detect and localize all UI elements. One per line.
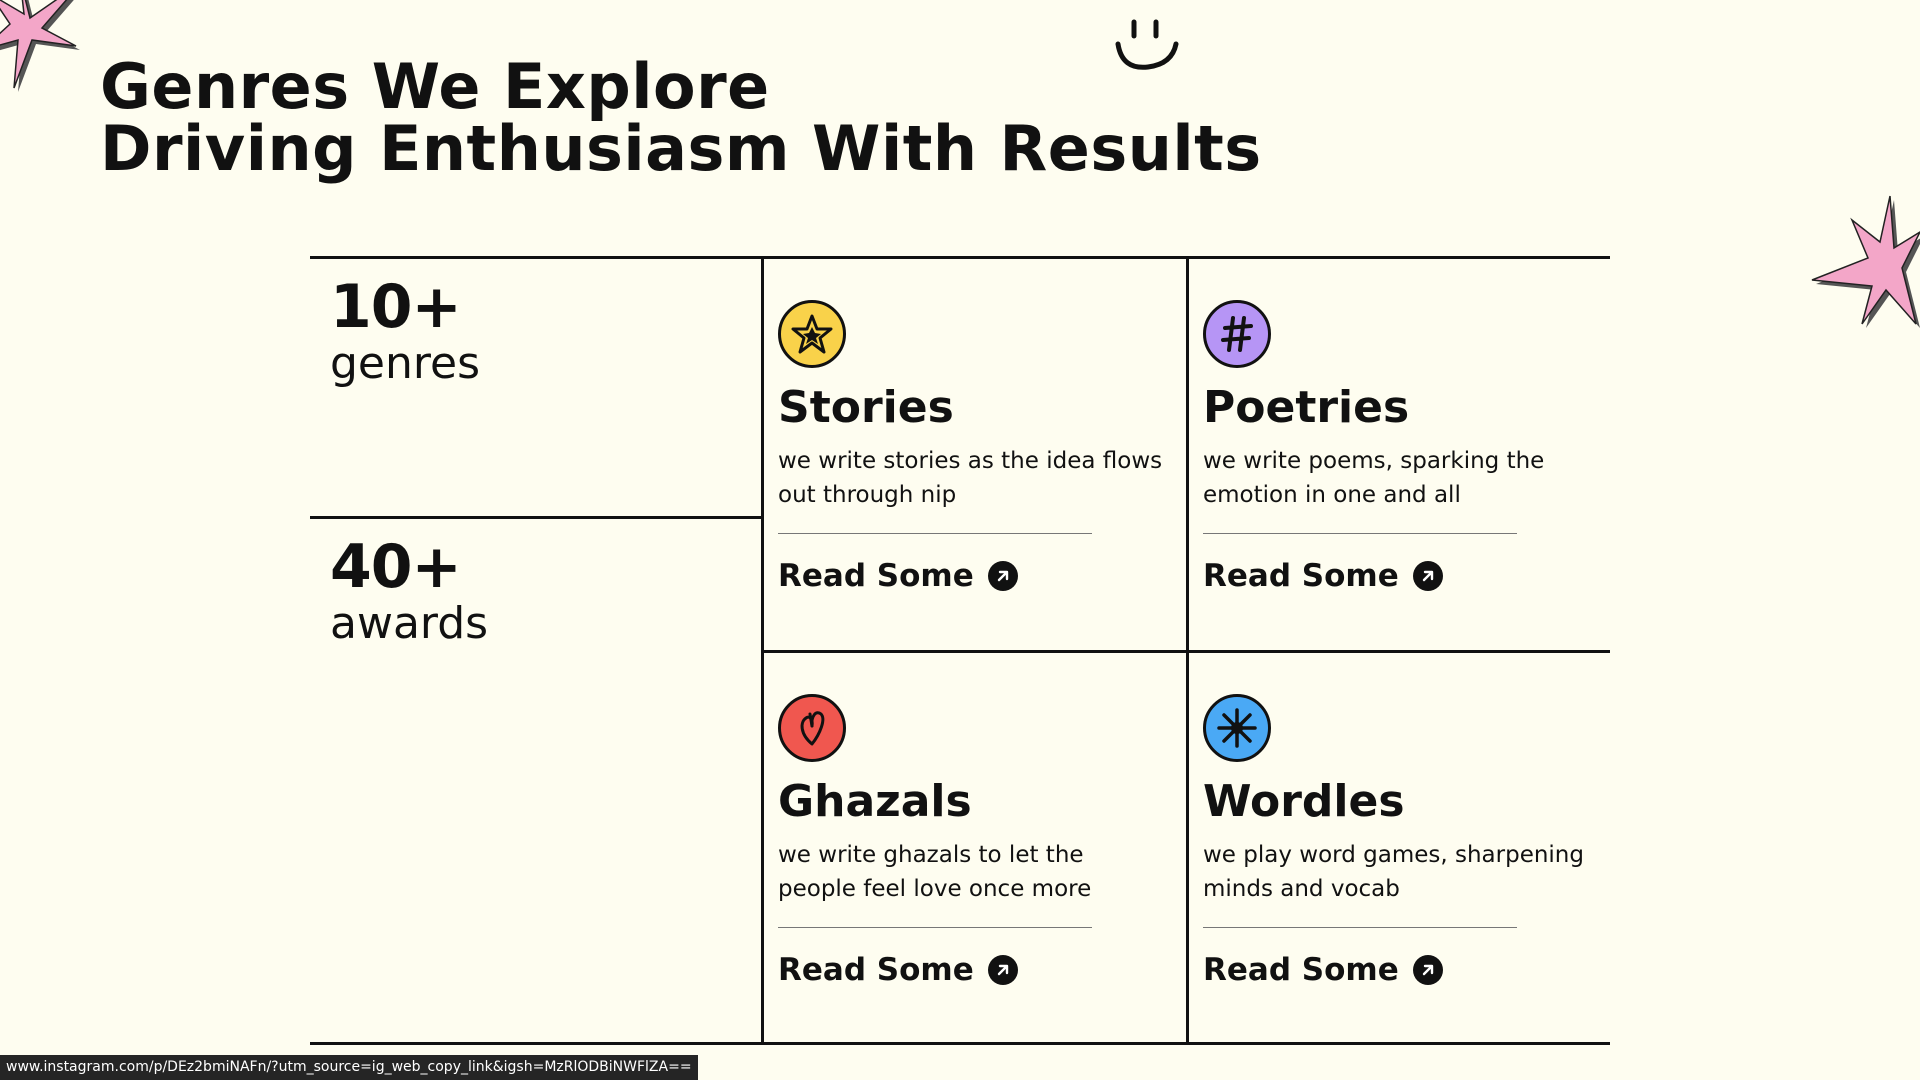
card-title: Wordles	[1203, 776, 1405, 827]
card-description: we write stories as the idea flows out t…	[778, 448, 1163, 508]
read-some-label: Read Some	[778, 558, 974, 594]
arrow-up-right-icon	[1412, 955, 1443, 985]
stat-genres-label: genres	[330, 338, 481, 389]
read-some-label: Read Some	[1203, 558, 1399, 594]
arrow-up-right-icon	[987, 561, 1018, 591]
read-some-label: Read Some	[1203, 952, 1399, 988]
read-some-link-stories[interactable]: Read Some	[778, 558, 1018, 594]
read-some-link-wordles[interactable]: Read Some	[1203, 952, 1443, 988]
genre-card-poetries: Poetries we write poems, sparking the em…	[1203, 300, 1573, 680]
sparkle-icon	[1217, 708, 1257, 748]
genre-card-ghazals: Ghazals we write ghazals to let the peop…	[778, 694, 1148, 1074]
hashtag-icon	[1221, 316, 1253, 352]
stat-awards-number: 40+	[330, 532, 462, 602]
wordles-icon-badge	[1203, 694, 1271, 762]
card-divider	[1203, 927, 1517, 928]
read-some-link-ghazals[interactable]: Read Some	[778, 952, 1018, 988]
heading-line-2: Driving Enthusiasm With Results	[100, 112, 1262, 185]
read-some-link-poetries[interactable]: Read Some	[1203, 558, 1443, 594]
card-divider	[778, 533, 1092, 534]
read-some-label: Read Some	[778, 952, 974, 988]
stat-genres: 10+ genres	[330, 276, 480, 390]
heading-line-1: Genres We Explore	[100, 50, 770, 123]
page-heading: Genres We Explore Driving Enthusiasm Wit…	[100, 56, 1262, 180]
genre-card-stories: Stories we write stories as the idea flo…	[778, 300, 1162, 680]
grid-vertical-divider-2	[1186, 256, 1189, 1045]
poetries-icon-badge	[1203, 300, 1271, 368]
card-description: we write ghazals to let the people feel …	[778, 842, 1092, 902]
arrow-up-right-icon	[1412, 561, 1443, 591]
heart-icon	[800, 711, 825, 746]
stats-divider	[310, 516, 763, 519]
stat-awards-label: awards	[330, 598, 489, 649]
card-divider	[778, 927, 1092, 928]
stat-awards: 40+ awards	[330, 536, 488, 650]
pink-star-decoration-top-left	[0, 0, 80, 92]
grid-vertical-divider-1	[761, 256, 764, 1045]
card-title: Ghazals	[778, 776, 972, 827]
card-divider	[1203, 533, 1517, 534]
genre-card-wordles: Wordles we play word games, sharpening m…	[1203, 694, 1584, 1074]
stories-icon-badge	[778, 300, 846, 368]
stat-genres-number: 10+	[330, 272, 462, 342]
ghazals-icon-badge	[778, 694, 846, 762]
arrow-up-right-icon	[987, 955, 1018, 985]
card-title: Poetries	[1203, 382, 1410, 433]
card-description: we play word games, sharpening minds and…	[1203, 842, 1584, 902]
status-bar-url: www.instagram.com/p/DEz2bmiNAFn/?utm_sou…	[0, 1055, 698, 1080]
card-title: Stories	[778, 382, 954, 433]
card-description: we write poems, sparking the emotion in …	[1203, 448, 1545, 508]
grid-top-border	[310, 256, 1610, 259]
star-icon	[791, 314, 833, 354]
pink-star-decoration-right	[1811, 195, 1920, 328]
